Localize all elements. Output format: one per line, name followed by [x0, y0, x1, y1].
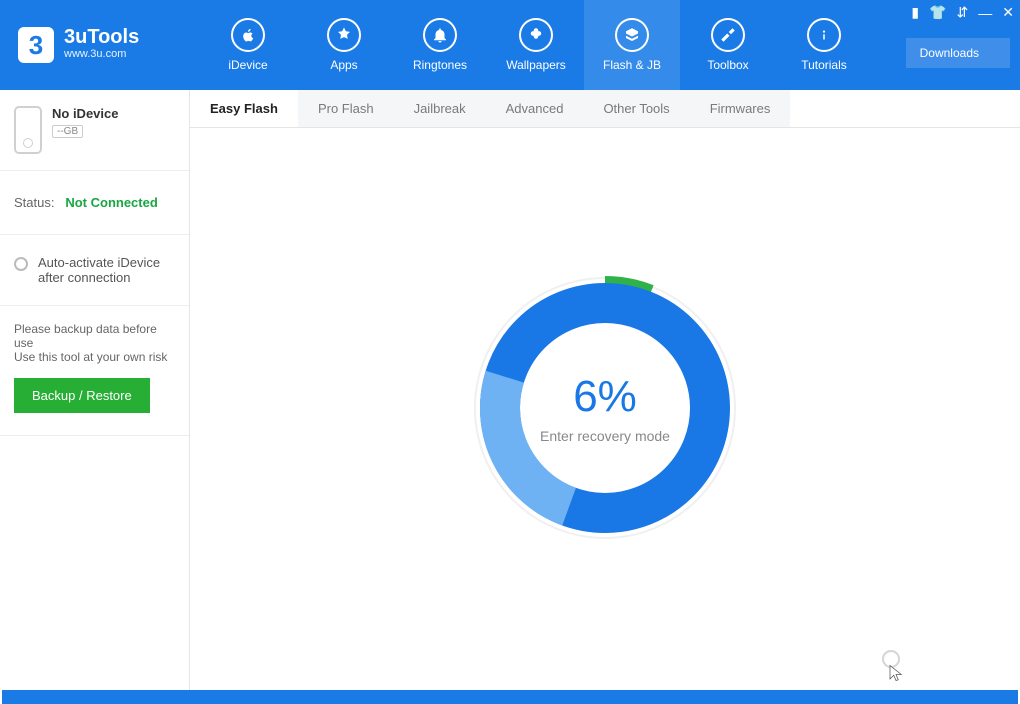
brand-logo-icon: 3	[18, 27, 54, 63]
auto-activate-label: Auto-activate iDevice after connection	[38, 255, 175, 285]
download-icon	[985, 48, 996, 59]
sidebar: No iDevice --GB Status: Not Connected Au…	[0, 90, 190, 704]
nav-label: Flash & JB	[603, 58, 661, 72]
nav-item-idevice[interactable]: iDevice	[200, 0, 296, 90]
nav-label: iDevice	[228, 58, 267, 72]
backup-restore-button[interactable]: Backup / Restore	[14, 378, 150, 413]
brand-title: 3uTools	[64, 27, 139, 47]
status-label: Status:	[14, 195, 54, 210]
radio-icon	[14, 257, 28, 271]
nav-item-tutorials[interactable]: Tutorials	[776, 0, 872, 90]
tshirt-icon[interactable]: 👕	[929, 4, 946, 21]
tab-other-tools[interactable]: Other Tools	[583, 90, 689, 127]
tab-advanced[interactable]: Advanced	[486, 90, 584, 127]
main-content: 6% Enter recovery mode	[190, 128, 1020, 704]
nav-label: Tutorials	[801, 58, 847, 72]
mouse-cursor-icon	[887, 662, 905, 684]
wallpaper-icon	[519, 18, 553, 52]
status-value: Not Connected	[65, 195, 157, 210]
warning-block: Please backup data before use Use this t…	[0, 306, 189, 436]
close-icon[interactable]: ✕	[1002, 4, 1014, 21]
tab-label: Other Tools	[603, 101, 669, 116]
apps-icon	[327, 18, 361, 52]
warning-line-2: Use this tool at your own risk	[14, 350, 175, 364]
tab-label: Firmwares	[710, 101, 771, 116]
nav-label: Ringtones	[413, 58, 467, 72]
tab-label: Advanced	[506, 101, 564, 116]
device-title: No iDevice	[52, 106, 118, 121]
tab-pro-flash[interactable]: Pro Flash	[298, 90, 394, 127]
header-nav: iDevice Apps Ringtones Wallpapers Flash …	[200, 0, 872, 90]
minimize-icon[interactable]: —	[978, 5, 992, 21]
warning-line-1: Please backup data before use	[14, 322, 175, 350]
feedback-icon[interactable]: ▮	[911, 4, 919, 21]
brand-subtitle: www.3u.com	[64, 47, 139, 62]
nav-item-wallpapers[interactable]: Wallpapers	[488, 0, 584, 90]
tab-label: Pro Flash	[318, 101, 374, 116]
progress-message: Enter recovery mode	[540, 428, 670, 444]
tab-easy-flash[interactable]: Easy Flash	[190, 90, 298, 127]
status-block: Status: Not Connected	[0, 171, 189, 235]
footer-bar	[2, 690, 1018, 704]
device-size-badge: --GB	[52, 125, 83, 138]
window-controls: ▮ 👕 ⇵ — ✕	[911, 4, 1014, 21]
sub-tabbar: Easy Flash Pro Flash Jailbreak Advanced …	[190, 90, 1020, 128]
device-block: No iDevice --GB	[0, 90, 189, 171]
tools-icon	[711, 18, 745, 52]
info-icon	[807, 18, 841, 52]
nav-label: Toolbox	[707, 58, 748, 72]
tab-label: Jailbreak	[414, 101, 466, 116]
phone-outline-icon	[14, 106, 42, 154]
brand-block: 3 3uTools www.3u.com	[0, 0, 200, 90]
progress-percent: 6%	[573, 372, 637, 422]
nav-item-toolbox[interactable]: Toolbox	[680, 0, 776, 90]
tab-label: Easy Flash	[210, 101, 278, 116]
downloads-label: Downloads	[920, 46, 979, 60]
apple-icon	[231, 18, 265, 52]
nav-label: Wallpapers	[506, 58, 566, 72]
nav-item-apps[interactable]: Apps	[296, 0, 392, 90]
nav-item-flash-jb[interactable]: Flash & JB	[584, 0, 680, 90]
bell-icon	[423, 18, 457, 52]
nav-item-ringtones[interactable]: Ringtones	[392, 0, 488, 90]
tab-jailbreak[interactable]: Jailbreak	[394, 90, 486, 127]
progress-donut: 6% Enter recovery mode	[455, 258, 755, 558]
downloads-button[interactable]: Downloads	[906, 38, 1010, 68]
settings-mini-icon[interactable]: ⇵	[957, 4, 969, 21]
app-header: 3 3uTools www.3u.com iDevice Apps Ringto…	[0, 0, 1020, 90]
flash-icon	[615, 18, 649, 52]
tab-firmwares[interactable]: Firmwares	[690, 90, 791, 127]
nav-label: Apps	[330, 58, 357, 72]
backup-restore-label: Backup / Restore	[32, 388, 132, 403]
auto-activate-option[interactable]: Auto-activate iDevice after connection	[0, 235, 189, 306]
